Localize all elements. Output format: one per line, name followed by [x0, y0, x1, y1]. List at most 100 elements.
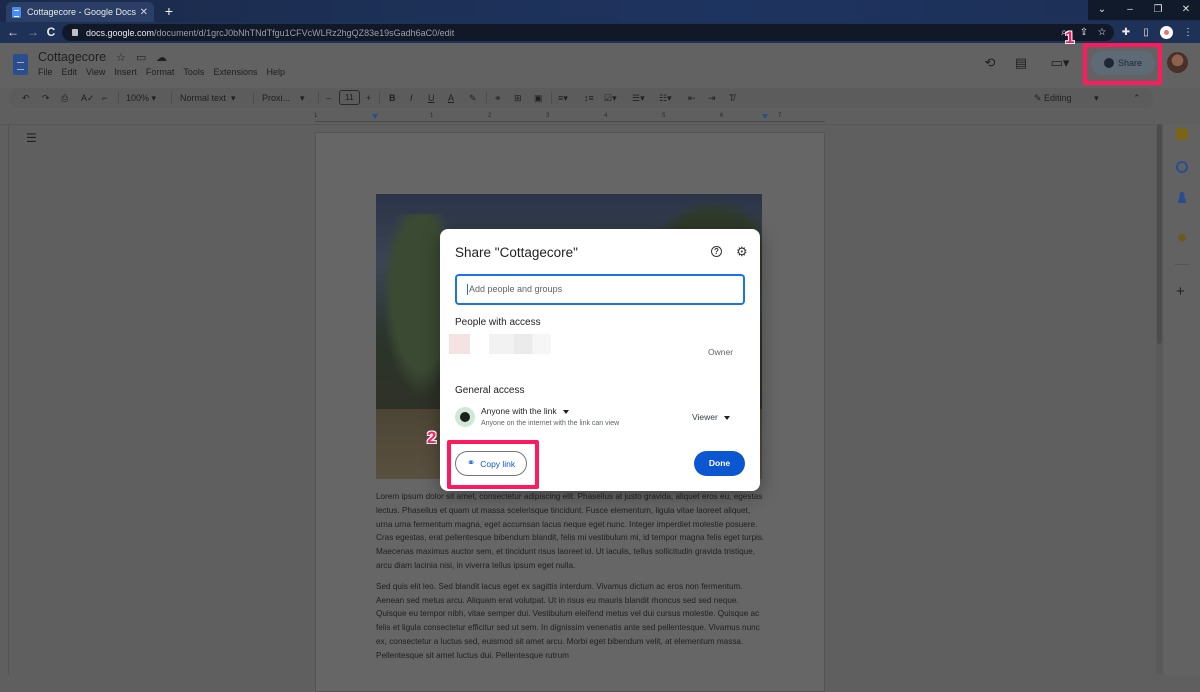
- account-avatar[interactable]: [1167, 52, 1188, 73]
- menu-tools[interactable]: Tools: [183, 67, 204, 77]
- ruler-divider: [0, 124, 1155, 125]
- access-level: Anyone with the link: [481, 406, 557, 416]
- url-bar[interactable]: docs.google.com /document/d/1grcJ0bNhTNd…: [62, 24, 1114, 41]
- document-body[interactable]: Lorem ipsum dolor sit amet, consectetur …: [376, 490, 768, 670]
- underline-icon[interactable]: U: [428, 90, 435, 106]
- star-icon[interactable]: ☆: [116, 51, 126, 64]
- ruler-number: 5: [662, 113, 666, 119]
- side-panel-icon[interactable]: ▯: [1138, 24, 1154, 41]
- horizontal-ruler[interactable]: [315, 121, 825, 122]
- step-1-label: 1: [1065, 28, 1075, 47]
- menu-view[interactable]: View: [86, 67, 105, 77]
- browser-menu-icon[interactable]: ⋮: [1180, 24, 1196, 41]
- checklist-icon[interactable]: ☑▾: [604, 90, 617, 106]
- calendar-icon[interactable]: [1176, 128, 1188, 140]
- tab-close-icon[interactable]: ✕: [140, 7, 148, 18]
- clear-formatting-icon[interactable]: T̸: [729, 90, 735, 106]
- toolbar-divider: [171, 92, 172, 104]
- ruler-number: 3: [546, 113, 550, 119]
- get-addons-icon[interactable]: +: [1176, 284, 1188, 299]
- text-caret: [467, 284, 468, 296]
- print-icon[interactable]: ⎙: [61, 90, 68, 106]
- menu-extensions[interactable]: Extensions: [213, 67, 257, 77]
- toolbar-divider: [318, 92, 319, 104]
- zoom-select[interactable]: 100% ▾: [126, 90, 156, 106]
- increase-indent-icon[interactable]: ⇥: [708, 90, 716, 106]
- left-indent-marker[interactable]: [372, 114, 378, 119]
- menu-edit[interactable]: Edit: [62, 67, 78, 77]
- toolbar-divider: [253, 92, 254, 104]
- italic-icon[interactable]: I: [410, 90, 413, 106]
- extensions-icon[interactable]: ✚: [1118, 24, 1134, 41]
- browser-profile-icon[interactable]: [1160, 26, 1173, 39]
- undo-icon[interactable]: ↶: [22, 90, 30, 106]
- add-people-input[interactable]: Add people and groups: [455, 274, 745, 305]
- decrease-indent-icon[interactable]: ⇤: [688, 90, 696, 106]
- move-folder-icon[interactable]: ▭: [136, 51, 146, 64]
- font-select[interactable]: Proxi... ▾: [262, 90, 305, 106]
- bulleted-list-icon[interactable]: ☰▾: [632, 90, 645, 106]
- owner-name-blurred: [489, 334, 551, 354]
- insert-image-icon[interactable]: ▣: [534, 90, 543, 106]
- ruler-number: 1: [314, 113, 318, 119]
- docs-logo-icon[interactable]: [13, 54, 28, 75]
- ruler-number: 6: [720, 113, 724, 119]
- comments-icon[interactable]: ▤: [1012, 55, 1030, 71]
- right-indent-marker[interactable]: [762, 114, 768, 119]
- new-tab-button[interactable]: +: [160, 3, 178, 19]
- redo-icon[interactable]: ↷: [42, 90, 50, 106]
- highlight-color-icon[interactable]: ✎: [469, 90, 477, 106]
- bookmark-star-icon[interactable]: ☆: [1094, 24, 1110, 41]
- tab-search-button[interactable]: ⌄: [1088, 0, 1116, 20]
- general-access-dropdown[interactable]: Anyone with the link: [481, 406, 569, 416]
- text-color-icon[interactable]: A: [448, 90, 454, 106]
- decrease-font-size-button[interactable]: –: [326, 90, 331, 106]
- bold-icon[interactable]: B: [389, 90, 396, 106]
- minimize-button[interactable]: –: [1116, 0, 1144, 20]
- menu-file[interactable]: File: [38, 67, 53, 77]
- line-spacing-icon[interactable]: ↕≡: [584, 90, 594, 106]
- menu-insert[interactable]: Insert: [114, 67, 137, 77]
- close-window-button[interactable]: ✕: [1172, 0, 1200, 20]
- keep-icon[interactable]: [1176, 161, 1188, 173]
- menu-help[interactable]: Help: [266, 67, 285, 77]
- zoom-value: 100%: [126, 93, 150, 103]
- document-outline-icon[interactable]: ☰: [26, 131, 37, 145]
- share-page-icon[interactable]: ⇪: [1076, 24, 1092, 41]
- hide-menus-icon[interactable]: ⌃: [1133, 90, 1141, 106]
- spellcheck-icon[interactable]: A✓: [81, 90, 95, 106]
- editing-mode-value: Editing: [1044, 93, 1072, 103]
- step-2-label: 2: [427, 428, 437, 447]
- editing-mode-select[interactable]: ✎ Editing ▾: [1034, 90, 1099, 106]
- version-history-icon[interactable]: ⟲: [981, 55, 999, 71]
- help-icon[interactable]: ?: [711, 246, 722, 257]
- settings-gear-icon[interactable]: ⚙: [736, 244, 748, 260]
- scrollbar-thumb[interactable]: [1157, 124, 1162, 344]
- general-access-label: General access: [455, 385, 525, 396]
- style-value: Normal text: [180, 93, 227, 103]
- cloud-saved-icon[interactable]: ☁: [156, 51, 167, 64]
- meet-icon[interactable]: ▭▾: [1046, 55, 1074, 71]
- restore-button[interactable]: ❐: [1144, 0, 1172, 20]
- increase-font-size-button[interactable]: +: [366, 90, 371, 106]
- add-comment-icon[interactable]: ⊞: [514, 90, 522, 106]
- globe-icon: [455, 407, 475, 427]
- numbered-list-icon[interactable]: ☷▾: [659, 90, 672, 106]
- contacts-icon[interactable]: [1176, 233, 1188, 245]
- tasks-icon[interactable]: [1176, 191, 1188, 203]
- align-icon[interactable]: ≡▾: [558, 90, 568, 106]
- font-size-input[interactable]: 11: [339, 90, 360, 105]
- menu-format[interactable]: Format: [146, 67, 175, 77]
- insert-link-icon[interactable]: ⚭: [494, 90, 502, 106]
- done-button[interactable]: Done: [694, 451, 745, 476]
- reload-button[interactable]: C: [42, 22, 60, 43]
- document-title[interactable]: Cottagecore: [38, 50, 106, 64]
- style-select[interactable]: Normal text ▾: [180, 90, 236, 106]
- browser-tab[interactable]: Cottagecore - Google Docs ✕: [6, 2, 154, 22]
- paint-format-icon[interactable]: ⌐: [102, 90, 107, 106]
- toolbar-divider: [551, 92, 552, 104]
- menu-bar: File Edit View Insert Format Tools Exten…: [38, 67, 285, 77]
- forward-button[interactable]: →: [24, 22, 42, 43]
- role-dropdown[interactable]: Viewer: [692, 412, 730, 422]
- back-button[interactable]: ←: [4, 22, 22, 43]
